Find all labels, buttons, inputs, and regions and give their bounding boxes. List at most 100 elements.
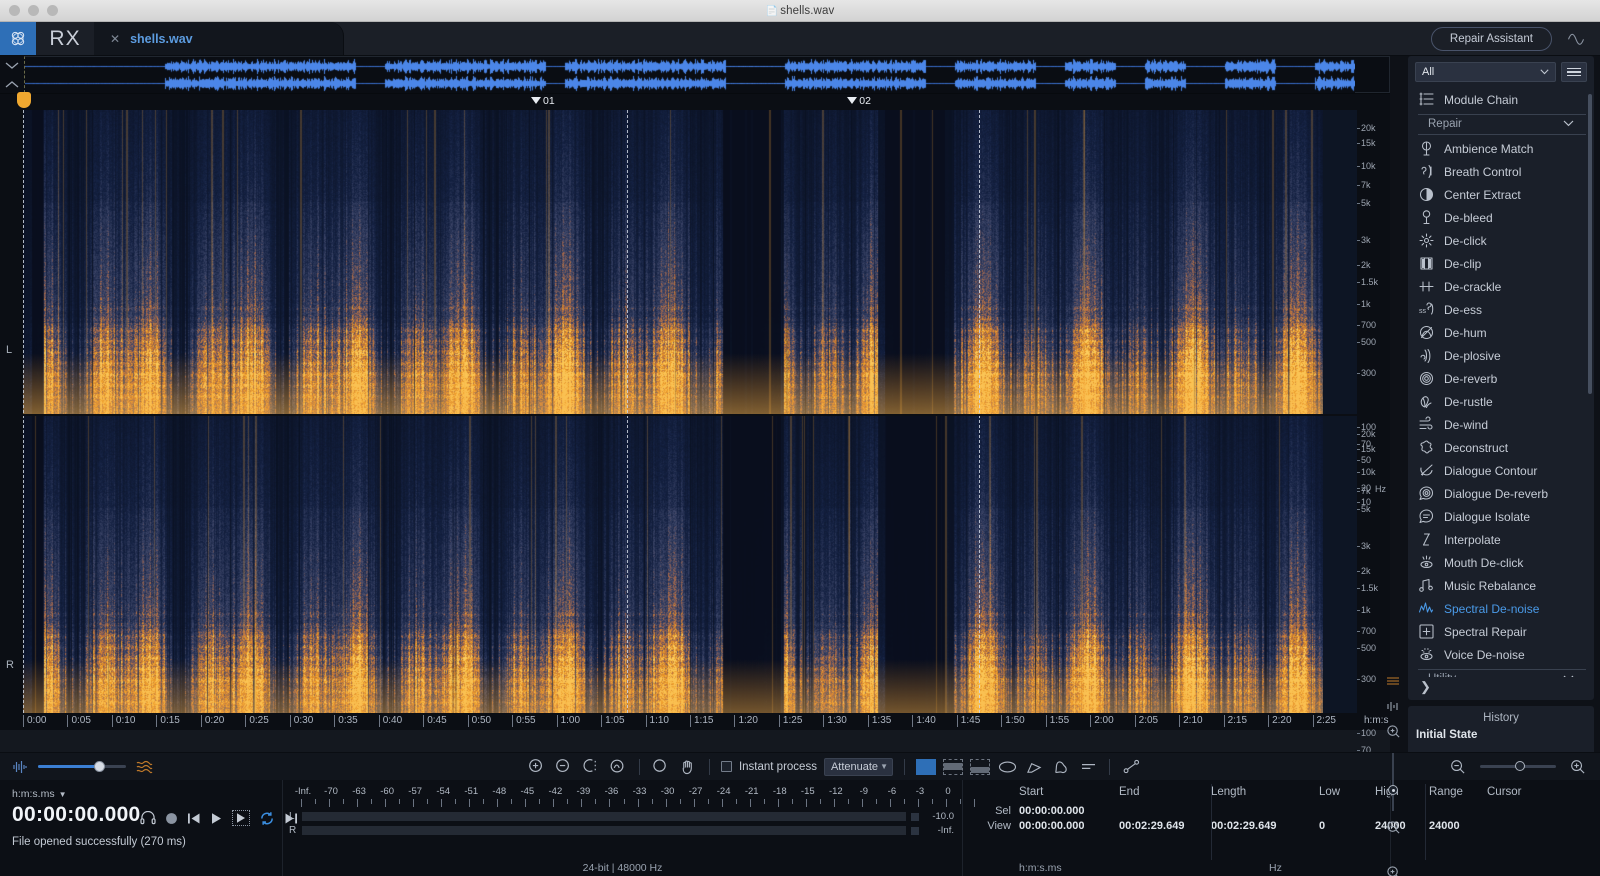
selection-boundary-left[interactable] — [627, 110, 628, 713]
vertical-zoom-out-icon[interactable] — [1386, 820, 1401, 840]
meter-clip-right[interactable] — [911, 826, 919, 835]
vertical-zoom-controls[interactable] — [1382, 674, 1404, 876]
overview-waveform-display[interactable] — [24, 56, 1390, 93]
lasso-selection-tool[interactable] — [997, 757, 1017, 777]
skip-to-start-icon[interactable] — [187, 812, 201, 825]
assistant-icon[interactable] — [1566, 26, 1586, 51]
module-item-mouth-de-click[interactable]: Mouth De-click — [1408, 551, 1594, 574]
play-selection-icon[interactable] — [232, 810, 250, 826]
module-list[interactable]: Module Chain Repair Ambience Match Breath C… — [1408, 86, 1594, 677]
brush-tool-icon[interactable] — [1024, 757, 1044, 777]
instant-process-checkbox[interactable] — [720, 761, 732, 772]
hand-tool-icon[interactable] — [678, 757, 698, 777]
magic-wand-tool-icon[interactable] — [1051, 757, 1071, 777]
playhead-line[interactable] — [23, 110, 24, 713]
spectrogram-channel-left[interactable] — [23, 110, 1357, 414]
time-selection-tool[interactable] — [916, 758, 937, 775]
zoom-out-icon[interactable] — [554, 757, 574, 777]
marker-01[interactable]: 01 — [531, 95, 555, 107]
vertical-zoom-in-icon[interactable] — [1386, 724, 1401, 744]
waveform-spectrogram-blend-slider[interactable] — [38, 761, 126, 772]
zoom-in-icon[interactable] — [527, 757, 547, 777]
time-frequency-selection-tool[interactable] — [970, 758, 991, 775]
row-label-view: View — [987, 819, 1011, 832]
loop-icon[interactable] — [259, 811, 275, 826]
zoom-fit-icon[interactable] — [608, 757, 628, 777]
module-item-voice-de-noise[interactable]: Voice De-noise — [1408, 643, 1594, 666]
playhead-marker-icon[interactable] — [17, 92, 31, 108]
magnifier-tool-icon[interactable] — [651, 757, 671, 777]
module-item-module-chain[interactable]: Module Chain — [1408, 88, 1594, 111]
module-filter-select[interactable]: All — [1415, 62, 1556, 82]
marker-02[interactable]: 02 — [847, 95, 871, 107]
spectrogram-channel-right[interactable] — [23, 416, 1357, 720]
chevron-expand-icon[interactable] — [5, 75, 19, 93]
meter-clip-left[interactable] — [911, 812, 919, 821]
module-item-de-wind[interactable]: De-wind — [1408, 413, 1594, 436]
module-item-de-rustle[interactable]: De-rustle — [1408, 390, 1594, 413]
chevron-collapse-icon[interactable] — [5, 56, 19, 74]
module-group-repair[interactable]: Repair — [1418, 114, 1586, 135]
col-length: Length — [1211, 786, 1247, 798]
module-item-de-reverb[interactable]: De-reverb — [1408, 367, 1594, 390]
module-item-de-ess[interactable]: ss De-ess — [1408, 298, 1594, 321]
module-item-breath-control[interactable]: Breath Control — [1408, 160, 1594, 183]
record-icon[interactable] — [165, 812, 178, 825]
module-item-dialogue-contour[interactable]: Dialogue Contour — [1408, 459, 1594, 482]
module-item-de-hum[interactable]: De-hum — [1408, 321, 1594, 344]
module-group-utility[interactable]: Utility — [1418, 669, 1586, 677]
horizontal-zoom-out-icon[interactable] — [1448, 757, 1468, 777]
monitor-icon[interactable] — [140, 811, 156, 825]
horizontal-zoom-slider[interactable] — [1480, 761, 1556, 771]
time-ruler[interactable]: 0:00 0:05 0:10 0:15 0:20 0:25 0:30 0:35 0:40 0:45… — [23, 713, 1388, 730]
module-item-label: Spectral Repair — [1444, 624, 1527, 639]
de-hum-icon — [1418, 324, 1435, 341]
zoom-to-selection-icon[interactable] — [581, 757, 601, 777]
process-mode-select[interactable]: Attenuate ▼ — [823, 757, 894, 776]
module-item-interpolate[interactable]: Interpolate — [1408, 528, 1594, 551]
selection-boundary-right[interactable] — [979, 110, 980, 713]
horizontal-zoom-knob[interactable] — [1514, 761, 1525, 771]
module-list-scrollbar[interactable] — [1588, 94, 1592, 394]
play-icon[interactable] — [210, 812, 223, 825]
spectrogram-view-icon[interactable] — [1386, 674, 1400, 692]
module-item-spectral-de-noise[interactable]: Spectral De-noise — [1408, 597, 1594, 620]
module-item-center-extract[interactable]: Center Extract — [1408, 183, 1594, 206]
module-item-de-click[interactable]: De-click — [1408, 229, 1594, 252]
pen-tool-icon[interactable] — [1121, 757, 1141, 777]
module-item-de-clip[interactable]: De-clip — [1408, 252, 1594, 275]
horizontal-zoom-in-icon[interactable] — [1568, 757, 1588, 777]
tab-shells-wav[interactable]: ✕ shells.wav — [94, 22, 344, 55]
history-item-initial-state[interactable]: Initial State — [1416, 729, 1586, 741]
module-item-de-bleed[interactable]: De-bleed — [1408, 206, 1594, 229]
chevron-down-icon[interactable] — [1563, 673, 1574, 677]
waveform-view-icon[interactable] — [1386, 699, 1400, 717]
module-item-dialogue-de-reverb[interactable]: Dialogue De-reverb — [1408, 482, 1594, 505]
list-menu-icon[interactable] — [1561, 62, 1587, 82]
vertical-zoom-knob[interactable] — [1388, 785, 1398, 795]
time-format-select[interactable]: h:m:s.ms ▼ — [12, 788, 282, 800]
marker-ruler[interactable]: 01 02 — [0, 94, 1180, 110]
repair-assistant-button[interactable]: Repair Assistant — [1430, 26, 1552, 51]
spectrogram-blend-icon[interactable] — [134, 757, 154, 777]
close-icon[interactable]: ✕ — [110, 32, 120, 46]
module-item-ambience-match[interactable]: Ambience Match — [1408, 137, 1594, 160]
spectrogram-area[interactable]: 01 02 L R 20k 15k 10k 7k 5k 3k 2k 1.5k 1k 700 500 30… — [0, 94, 1390, 813]
blend-slider-knob[interactable] — [94, 761, 106, 772]
chevron-right-icon[interactable]: ❯ — [1408, 677, 1594, 700]
module-item-music-rebalance[interactable]: Music Rebalance — [1408, 574, 1594, 597]
module-item-spectral-repair[interactable]: Spectral Repair — [1408, 620, 1594, 643]
module-item-dialogue-isolate[interactable]: Dialogue Isolate — [1408, 505, 1594, 528]
frequency-selection-tool[interactable] — [943, 758, 964, 775]
vertical-zoom-reset-icon[interactable] — [1386, 865, 1401, 876]
waveform-overview[interactable] — [0, 56, 1600, 94]
vertical-zoom-slider[interactable] — [1388, 753, 1398, 811]
harmonic-selection-tool-icon[interactable] — [1078, 757, 1098, 777]
module-item-deconstruct[interactable]: Deconstruct — [1408, 436, 1594, 459]
app-header: RX ✕ shells.wav Repair Assistant — [0, 22, 1600, 56]
module-item-de-crackle[interactable]: De-crackle — [1408, 275, 1594, 298]
chevron-down-icon[interactable] — [1563, 118, 1574, 130]
module-item-de-plosive[interactable]: De-plosive — [1408, 344, 1594, 367]
waveform-icon[interactable] — [10, 757, 30, 777]
overview-collapse-controls[interactable] — [0, 56, 24, 93]
